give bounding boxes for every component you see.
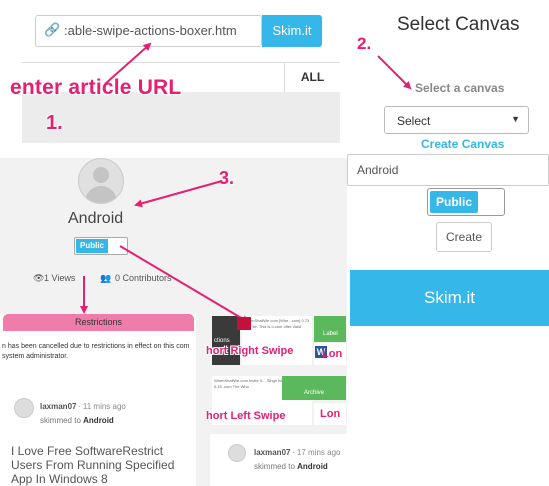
panel-title: Select Canvas bbox=[397, 14, 520, 35]
long-swipe-label-2: Lon bbox=[320, 408, 341, 420]
annotation-enter-url: enter article URL bbox=[10, 76, 182, 99]
step-2-label: 2. bbox=[357, 34, 372, 53]
activity-action-text: skimmed to bbox=[40, 416, 81, 425]
activity-canvas[interactable]: Android bbox=[297, 462, 328, 471]
public-toggle-label: Public bbox=[430, 191, 478, 213]
views-count: 1 Views bbox=[44, 273, 76, 283]
actions-label: ctions bbox=[214, 338, 230, 344]
url-input[interactable]: 🔗 :able-swipe-actions-boxer.htm bbox=[35, 15, 262, 47]
archive-action-tile: Archive bbox=[282, 376, 346, 400]
actions-strip: ctions bbox=[212, 316, 240, 365]
activity-user[interactable]: laxman07 bbox=[40, 402, 76, 411]
canvas-select[interactable]: Select ▼ bbox=[384, 106, 529, 134]
short-left-swipe-label: hort Left Swipe bbox=[206, 410, 286, 422]
activity-action: skimmed to Android bbox=[40, 416, 114, 425]
email-preview: WhenShallWe.com [Whe...com] 0.73 Eon 5e.… bbox=[242, 316, 312, 365]
public-toggle-small-label: Public bbox=[76, 239, 108, 253]
create-button[interactable]: Create bbox=[436, 222, 492, 252]
label-action-tile: Label bbox=[314, 316, 346, 342]
canvas-name-input[interactable]: Android bbox=[347, 154, 549, 186]
activity-item[interactable]: laxman07 · 11 mins ago skimmed to Androi… bbox=[0, 386, 196, 486]
url-input-value: :able-swipe-actions-boxer.htm bbox=[64, 23, 237, 38]
users-icon: 👥 bbox=[100, 273, 112, 283]
avatar-head-icon bbox=[93, 167, 109, 183]
activity-action-text: skimmed to bbox=[254, 462, 295, 471]
contributors-count: 0 Contributors bbox=[115, 273, 172, 283]
canvas-title: Android bbox=[68, 210, 124, 227]
activity-time: · 17 mins ago bbox=[292, 448, 341, 457]
public-toggle[interactable]: Public bbox=[427, 188, 505, 216]
create-canvas-link[interactable]: Create Canvas bbox=[421, 137, 504, 151]
activity-canvas[interactable]: Android bbox=[83, 416, 114, 425]
user-avatar bbox=[228, 444, 246, 462]
link-icon: 🔗 bbox=[44, 22, 61, 37]
activity-time: · 11 mins ago bbox=[78, 402, 126, 411]
archive-action-text: Archive bbox=[304, 390, 325, 396]
tab-all[interactable]: ALL bbox=[284, 62, 340, 92]
avatar-body-icon bbox=[85, 186, 117, 203]
long-swipe-label-1: Lon bbox=[322, 348, 343, 360]
eye-icon: 👁 bbox=[33, 273, 45, 283]
activity-user[interactable]: laxman07 bbox=[254, 448, 290, 457]
skim-button-large[interactable]: Skim.it bbox=[350, 270, 549, 326]
public-toggle-small[interactable]: Public bbox=[74, 237, 128, 255]
activity-action: skimmed to Android bbox=[254, 462, 328, 471]
activity-item[interactable]: laxman07 · 17 mins ago skimmed to Androi… bbox=[210, 434, 347, 486]
label-action-text: Label bbox=[323, 331, 338, 337]
select-canvas-panel: Select Canvas 2. Select a canvas Select … bbox=[347, 0, 549, 332]
canvas-view-panel: Android 3. Public 👁 1 Views 👥 0 Contribu… bbox=[0, 158, 347, 486]
select-canvas-label: Select a canvas bbox=[415, 81, 505, 95]
canvas-avatar bbox=[78, 158, 124, 204]
user-avatar bbox=[14, 398, 34, 418]
restrictions-header: Restrictions bbox=[3, 314, 194, 331]
short-right-swipe-label: hort Right Swipe bbox=[206, 345, 294, 357]
url-entry-panel: 🔗 :able-swipe-actions-boxer.htm Skim.it … bbox=[0, 0, 340, 143]
step-1-label: 1. bbox=[46, 112, 63, 134]
canvas-select-value: Select bbox=[397, 114, 431, 128]
dropdown-caret-icon: ▼ bbox=[511, 114, 520, 124]
skim-button[interactable]: Skim.it bbox=[262, 15, 322, 47]
restrictions-text: n has been cancelled due to restrictions… bbox=[2, 343, 190, 360]
restrictions-card[interactable]: Restrictions n has been cancelled due to… bbox=[0, 314, 196, 388]
step-3-label: 3. bbox=[219, 168, 235, 188]
article-title[interactable]: I Love Free SoftwareRestrict Users From … bbox=[11, 444, 197, 486]
